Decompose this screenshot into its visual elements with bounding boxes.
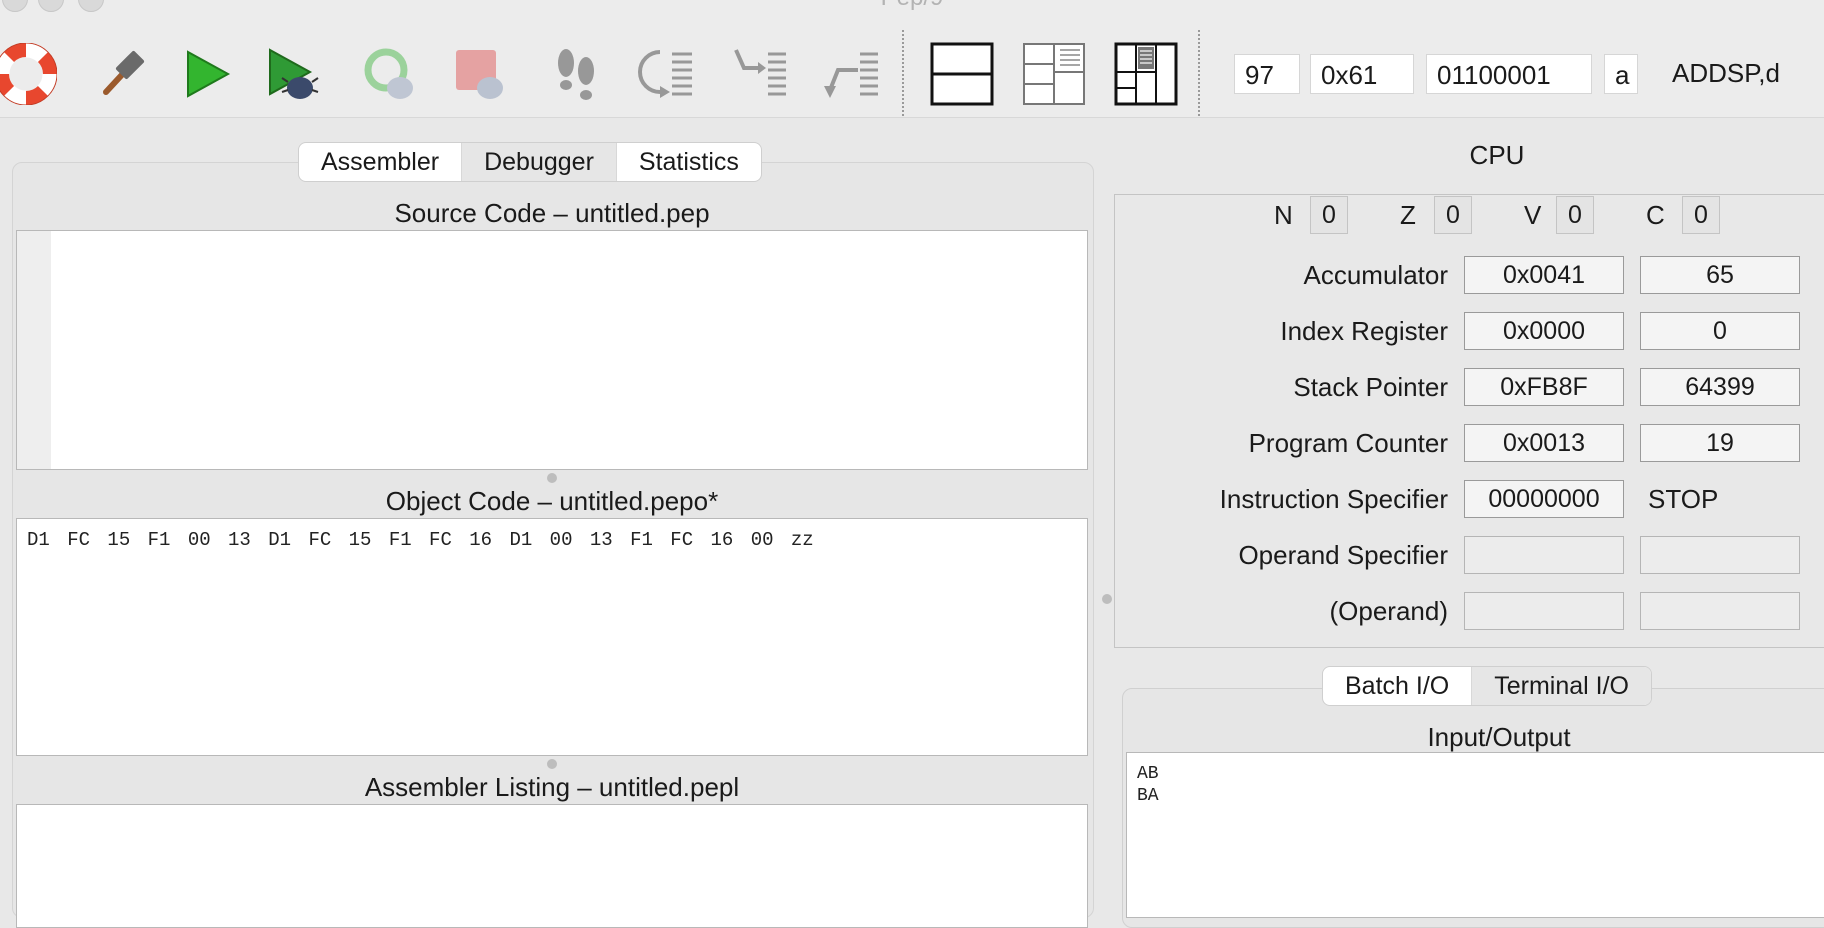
tab-assembler[interactable]: Assembler (299, 143, 463, 181)
char-converter-input[interactable]: a (1604, 54, 1638, 94)
stack-pointer-hex: 0xFB8F (1464, 368, 1624, 406)
stack-pointer-dec: 64399 (1640, 368, 1800, 406)
step-over-button[interactable] (632, 38, 704, 110)
index-register-label: Index Register (1280, 316, 1448, 346)
splitter-handle[interactable] (547, 759, 557, 769)
flag-n-label: N (1274, 200, 1293, 230)
flag-v-value: 0 (1556, 196, 1594, 234)
operand-specifier-dec (1640, 536, 1800, 574)
flag-n-value: 0 (1310, 196, 1348, 234)
terminal-line: AB (1137, 764, 1159, 784)
instruction-specifier-label: Instruction Specifier (1219, 484, 1448, 514)
stop-debug-icon (456, 50, 503, 99)
object-code-title: Object Code – untitled.pepo* (385, 486, 719, 516)
hex-converter-input[interactable]: 0x61 (1310, 54, 1414, 94)
flag-z-value: 0 (1434, 196, 1472, 234)
program-counter-dec: 19 (1640, 424, 1800, 462)
code-cpu-layout-button[interactable] (1018, 38, 1090, 110)
accumulator-dec: 65 (1640, 256, 1800, 294)
toolbar-separator (1198, 30, 1200, 116)
flag-v-label: V (1524, 200, 1542, 230)
decimal-converter-input[interactable]: 97 (1234, 54, 1300, 94)
operand-dec (1640, 592, 1800, 630)
single-step-button[interactable] (540, 38, 612, 110)
splitter-handle[interactable] (547, 473, 557, 483)
build-button[interactable] (86, 38, 158, 110)
program-counter-label: Program Counter (1248, 428, 1448, 458)
tab-batch-io[interactable]: Batch I/O (1323, 667, 1473, 705)
debug-run-button[interactable] (256, 38, 328, 110)
step-into-button[interactable] (724, 38, 796, 110)
step-out-button[interactable] (816, 38, 888, 110)
code-cpu-memory-layout-button[interactable] (1110, 38, 1182, 110)
tab-debugger[interactable]: Debugger (462, 143, 617, 181)
index-register-hex: 0x0000 (1464, 312, 1624, 350)
terminal-output-text: AB BA (1137, 763, 1159, 807)
toolbar-separator (902, 30, 904, 116)
run-button[interactable] (170, 38, 242, 110)
object-code-editor[interactable]: D1 FC 15 F1 00 13 D1 FC 15 F1 FC 16 D1 0… (16, 518, 1088, 756)
accumulator-hex: 0x0041 (1464, 256, 1624, 294)
instruction-mnemonic: ADDSP,d (1672, 58, 1780, 88)
code-cpu-layout-icon (1023, 43, 1085, 105)
accumulator-label: Accumulator (1303, 260, 1449, 290)
object-code-text: D1 FC 15 F1 00 13 D1 FC 15 F1 FC 16 D1 0… (27, 529, 814, 551)
operand-hex (1464, 592, 1624, 630)
index-register-dec: 0 (1640, 312, 1800, 350)
build-hammer-icon (103, 50, 145, 95)
operand-specifier-hex (1464, 536, 1624, 574)
assembler-listing-editor[interactable] (16, 804, 1088, 928)
step-out-icon (824, 52, 878, 98)
continue-debug-button[interactable] (354, 38, 426, 110)
terminal-output-area[interactable]: AB BA (1126, 752, 1824, 918)
operand-label: (Operand) (1329, 596, 1449, 626)
source-code-title: Source Code – untitled.pep (394, 198, 710, 228)
tab-terminal-io[interactable]: Terminal I/O (1472, 667, 1651, 705)
continue-debug-icon (364, 48, 413, 99)
operand-specifier-label: Operand Specifier (1238, 540, 1448, 570)
flag-c-label: C (1646, 200, 1665, 230)
instruction-specifier-mnemonic: STOP (1648, 484, 1719, 514)
step-over-icon (638, 50, 692, 98)
stop-debug-button[interactable] (444, 38, 516, 110)
debug-run-icon (269, 48, 319, 99)
tab-statistics[interactable]: Statistics (617, 143, 761, 181)
code-cpu-memory-layout-icon (1114, 42, 1178, 106)
line-number-gutter (17, 231, 51, 469)
cpu-title: CPU (1469, 140, 1525, 170)
stack-pointer-label: Stack Pointer (1293, 372, 1448, 402)
assembler-listing-title: Assembler Listing – untitled.pepl (364, 772, 740, 802)
binary-converter-input[interactable]: 01100001 (1426, 54, 1592, 94)
source-code-editor[interactable] (16, 230, 1088, 470)
program-counter-hex: 0x0013 (1464, 424, 1624, 462)
io-tab-bar: Batch I/O Terminal I/O (1322, 666, 1652, 706)
help-icon (0, 43, 57, 105)
terminal-line: BA (1137, 786, 1159, 806)
run-icon (187, 50, 231, 98)
flag-c-value: 0 (1682, 196, 1720, 234)
flag-z-label: Z (1400, 200, 1416, 230)
code-only-layout-button[interactable] (926, 38, 998, 110)
window-title: Pep/9 (0, 0, 1824, 12)
help-button[interactable] (0, 38, 62, 110)
title-bar: Pep/9 (0, 0, 1824, 14)
left-tab-bar: Assembler Debugger Statistics (298, 142, 762, 182)
single-step-icon (558, 49, 594, 100)
instruction-specifier-binary: 00000000 (1464, 480, 1624, 518)
input-output-title: Input/Output (1427, 722, 1571, 752)
step-into-icon (734, 49, 786, 96)
code-only-layout-icon (930, 42, 994, 106)
